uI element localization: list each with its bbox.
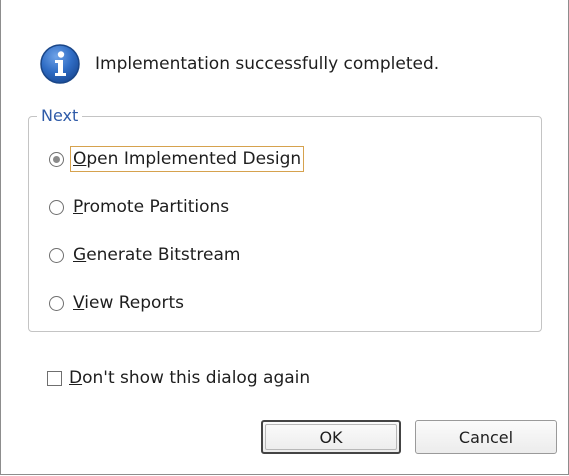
mnemonic-v: V [73, 293, 85, 313]
radio-button[interactable] [49, 295, 64, 311]
dont-show-again-checkbox-row[interactable]: Don't show this dialog again [47, 364, 310, 392]
cancel-button[interactable]: Cancel [415, 420, 557, 454]
radio-open-implemented-design[interactable]: Open Implemented Design [49, 145, 305, 173]
next-group-legend: Next [37, 105, 83, 127]
message-row: Implementation successfully completed. [39, 42, 439, 86]
dont-show-again-label[interactable]: Don't show this dialog again [69, 368, 310, 388]
radio-label-view-reports[interactable]: View Reports [70, 290, 187, 316]
radio-label-open-implemented-design[interactable]: Open Implemented Design [70, 146, 305, 172]
label-rest: on't show this dialog again [82, 368, 311, 388]
mnemonic-g: G [73, 245, 87, 265]
mnemonic-p: P [73, 197, 83, 217]
implementation-completed-dialog: Implementation successfully completed. N… [0, 0, 569, 475]
info-icon [40, 44, 80, 84]
radio-button[interactable] [49, 247, 64, 263]
mnemonic-d: D [69, 368, 83, 388]
radio-button[interactable] [49, 199, 64, 215]
ok-button[interactable]: OK [261, 420, 401, 454]
dont-show-again-checkbox[interactable] [47, 370, 62, 386]
label-rest: pen Implemented Design [86, 149, 302, 169]
ok-button-label: OK [265, 424, 397, 450]
mnemonic-o: O [73, 149, 87, 169]
radio-generate-bitstream[interactable]: Generate Bitstream [49, 241, 243, 269]
completion-message: Implementation successfully completed. [95, 54, 440, 74]
label-rest: romote Partitions [82, 197, 230, 217]
radio-label-generate-bitstream[interactable]: Generate Bitstream [70, 242, 243, 268]
label-rest: enerate Bitstream [86, 245, 241, 265]
radio-button-selected[interactable] [49, 151, 64, 167]
radio-view-reports[interactable]: View Reports [49, 289, 187, 317]
radio-label-promote-partitions[interactable]: Promote Partitions [70, 194, 232, 220]
label-rest: iew Reports [84, 293, 184, 313]
radio-promote-partitions[interactable]: Promote Partitions [49, 193, 232, 221]
next-action-group: Next Open Implemented Design Promote Par… [28, 105, 542, 332]
